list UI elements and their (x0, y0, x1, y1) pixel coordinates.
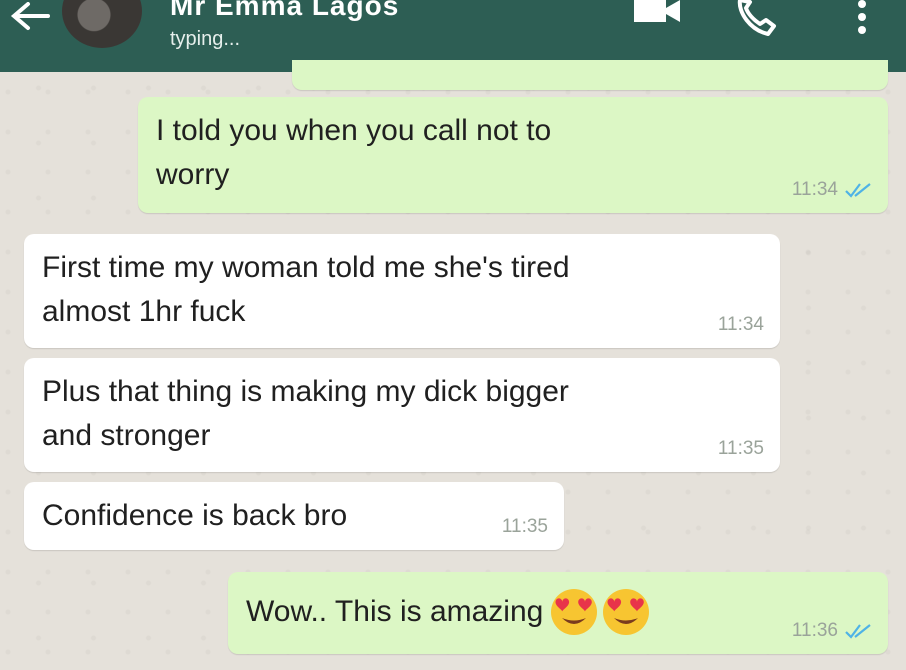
message-bubble-incoming[interactable]: Confidence is back bro 11:35 (24, 482, 564, 550)
video-camera-icon (634, 0, 680, 22)
phone-icon (737, 0, 776, 36)
typing-status: typing... (170, 28, 241, 50)
more-options-button[interactable] (850, 0, 874, 38)
message-text: almost 1hr fuck (42, 295, 246, 328)
voice-call-button[interactable] (732, 0, 782, 38)
three-dots-icon (858, 0, 866, 34)
message-meta: 11:35 (502, 516, 548, 538)
message-text: and stronger (42, 419, 211, 452)
heart-eyes-emoji-icon (603, 589, 650, 635)
video-call-button[interactable] (632, 0, 682, 28)
message-bubble-outgoing[interactable]: Wow.. This is amazing 11:36 (228, 572, 888, 654)
message-meta: 11:34 (792, 179, 872, 201)
back-button[interactable] (8, 2, 52, 36)
message-text: worry (156, 158, 230, 191)
message-meta: 11:36 (792, 620, 872, 642)
message-text: Confidence is back bro (42, 499, 348, 532)
message-text: First time my woman told me she's tired (42, 251, 570, 284)
message-meta: 11:34 (718, 314, 764, 336)
message-bubble-incoming[interactable]: First time my woman told me she's tired … (24, 234, 780, 348)
contact-name[interactable]: Mr Emma Lagos (170, 0, 399, 22)
message-time: 11:34 (791, 179, 838, 200)
message-bubble-partial (292, 60, 888, 90)
message-text: Plus that thing is making my dick bigger (42, 375, 569, 408)
message-bubble-incoming[interactable]: Plus that thing is making my dick bigger… (24, 358, 780, 472)
message-time: 11:36 (791, 620, 838, 641)
double-check-icon (845, 183, 871, 198)
message-bubble-outgoing[interactable]: I told you when you call not to worry 11… (138, 97, 888, 213)
avatar[interactable] (62, 0, 142, 48)
message-time: 11:35 (501, 516, 548, 537)
back-arrow-icon (10, 2, 50, 30)
message-meta: 11:35 (718, 438, 764, 460)
message-text-content: Wow.. This is amazing (246, 595, 544, 628)
message-time: 11:35 (717, 438, 764, 459)
heart-eyes-emoji-icon (551, 589, 598, 635)
message-time: 11:34 (717, 314, 764, 335)
message-text: Wow.. This is amazing (246, 586, 651, 638)
message-text: I told you when you call not to (156, 114, 552, 147)
double-check-icon (845, 624, 871, 639)
